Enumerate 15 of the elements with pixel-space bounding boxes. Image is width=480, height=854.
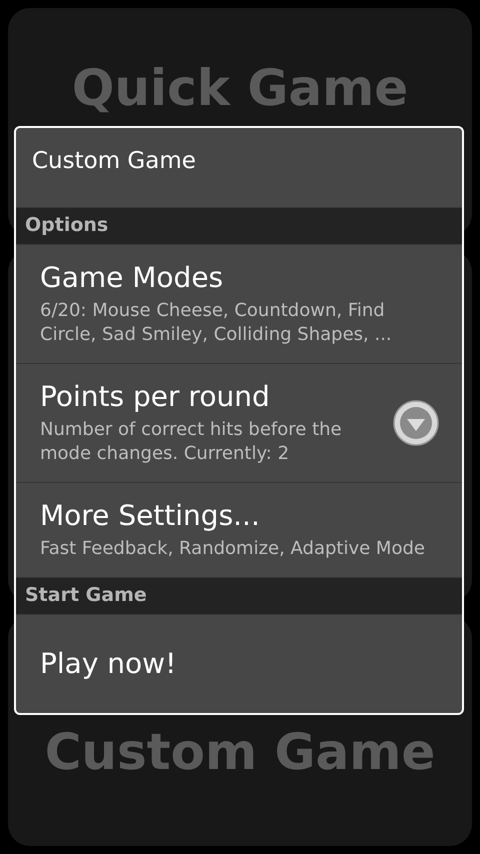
- menu-card-title: Quick Game: [72, 58, 408, 118]
- item-summary: 6/20: Mouse Cheese, Countdown, Find Circle, Sad Smiley, Colliding Shapes, ...: [40, 299, 393, 347]
- settings-item[interactable]: Game Modes 6/20: Mouse Cheese, Countdown, Find Circle, Sad Smiley, Colliding Shapes, ...: [16, 245, 462, 364]
- menu-card-title: Custom Game: [44, 722, 436, 782]
- dropdown-icon: [392, 399, 440, 447]
- item-title: Game Modes: [40, 261, 224, 295]
- item-title: Play now!: [40, 647, 178, 681]
- item-summary: Fast Feedback, Randomize, Adaptive Mode: [40, 537, 426, 561]
- item-summary: Number of correct hits before the mode changes. Currently: 2: [40, 418, 343, 466]
- section-header: Options: [16, 208, 462, 245]
- settings-item[interactable]: Points per round Number of correct hits before the mode changes. Currently: 2: [16, 364, 462, 483]
- item-title: Points per round: [40, 380, 271, 414]
- settings-item[interactable]: Play now!: [16, 615, 462, 713]
- item-title: More Settings...: [40, 499, 261, 533]
- section-header: Start Game: [16, 578, 462, 615]
